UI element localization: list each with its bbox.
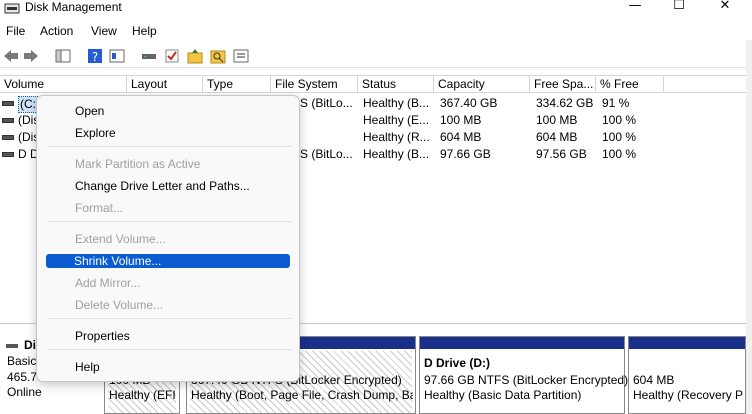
column-header-status[interactable]: Status — [358, 76, 434, 93]
volume-capacity: 367.40 GB — [440, 96, 498, 110]
window-title: Disk Management — [25, 0, 122, 14]
properties-icon[interactable] — [108, 47, 126, 65]
close-button[interactable]: ✕ — [702, 0, 748, 14]
column-header-free-space[interactable]: Free Spa... — [530, 76, 596, 93]
disk-state: Online — [7, 385, 42, 399]
volume-file-system: S (BitLo... — [300, 147, 353, 161]
volume-percent-free: 100 % — [602, 147, 637, 161]
partition-status: Healthy (EFI — [109, 388, 176, 402]
menu-action[interactable]: Action — [40, 24, 73, 38]
menu-separator — [47, 349, 291, 350]
menu-view[interactable]: View — [91, 24, 117, 38]
minimize-button[interactable]: — — [612, 0, 658, 14]
menu-file[interactable]: File — [6, 24, 25, 38]
back-arrow-icon[interactable] — [2, 47, 20, 65]
list-icon[interactable] — [232, 47, 250, 65]
disk-management-app-icon — [4, 3, 20, 14]
partition-status: Healthy (Recovery P — [633, 388, 743, 402]
menu-item-change-drive-letter[interactable]: Change Drive Letter and Paths... — [75, 179, 250, 194]
maximize-button[interactable]: ☐ — [656, 0, 702, 14]
folder-up-icon[interactable] — [186, 47, 204, 65]
menu-item-shrink-label: Shrink Volume... — [74, 254, 162, 268]
menu-item-mark-active[interactable]: Mark Partition as Active — [75, 157, 200, 172]
volume-free-space: 100 MB — [536, 113, 578, 127]
disk-size: 465.7 — [7, 370, 38, 384]
title-bar: Disk Management — ☐ ✕ — [0, 0, 752, 20]
volume-percent-free: 100 % — [602, 130, 637, 144]
menu-bar: File Action View Help — [0, 22, 752, 42]
volume-free-space: 97.56 GB — [536, 147, 587, 161]
forward-arrow-icon[interactable] — [22, 47, 40, 65]
toolbar: ? — [0, 44, 752, 68]
svg-text:?: ? — [92, 50, 98, 64]
menu-item-format[interactable]: Format... — [75, 201, 123, 216]
menu-help[interactable]: Help — [132, 24, 157, 38]
menu-item-add-mirror[interactable]: Add Mirror... — [75, 276, 140, 291]
volume-icon — [2, 152, 14, 157]
column-header-file-system[interactable]: File System — [271, 76, 358, 93]
partition-size: 604 MB — [633, 373, 675, 387]
volume-name: (C: — [18, 96, 38, 113]
volume-list-header: Volume Layout Type File System Status Ca… — [0, 75, 746, 93]
check-icon[interactable] — [163, 47, 181, 65]
volume-icon — [2, 101, 14, 106]
volume-status: Healthy (R... — [363, 130, 430, 144]
partition-status: Healthy (Basic Data Partition) — [424, 388, 582, 402]
volume-icon — [2, 135, 14, 140]
disk-name: Di — [24, 338, 36, 352]
partition-bar — [629, 337, 745, 349]
column-header-layout[interactable]: Layout — [127, 76, 203, 93]
menu-separator — [47, 146, 291, 147]
menu-item-explore[interactable]: Explore — [75, 126, 116, 141]
disk-icon[interactable] — [140, 47, 158, 65]
volume-file-system: S (BitLo... — [300, 96, 353, 110]
volume-status: Healthy (E... — [363, 113, 430, 127]
menu-item-shrink-volume[interactable]: Shrink Volume... — [46, 254, 290, 268]
partition-label: D Drive (D:) — [424, 356, 491, 370]
volume-percent-free: 91 % — [602, 96, 630, 110]
volume-free-space: 604 MB — [536, 130, 578, 144]
volume-free-space: 334.62 GB — [536, 96, 594, 110]
partition-bar — [420, 337, 624, 349]
menu-separator — [47, 318, 291, 319]
volume-capacity: 100 MB — [440, 113, 482, 127]
partition-d[interactable]: D Drive (D:) 97.66 GB NTFS (BitLocker En… — [419, 336, 629, 414]
volume-capacity: 97.66 GB — [440, 147, 491, 161]
volume-status: Healthy (B... — [363, 147, 430, 161]
menu-item-help[interactable]: Help — [75, 360, 100, 375]
column-header-volume[interactable]: Volume — [0, 76, 127, 93]
column-header-percent-free[interactable]: % Free — [596, 76, 664, 93]
menu-item-properties[interactable]: Properties — [75, 329, 130, 344]
menu-item-open[interactable]: Open — [75, 104, 104, 119]
disk-type: Basic — [7, 354, 37, 368]
menu-item-extend-volume[interactable]: Extend Volume... — [75, 232, 166, 247]
volume-capacity: 604 MB — [440, 130, 482, 144]
partition-recovery[interactable]: 604 MB Healthy (Recovery P — [628, 336, 746, 414]
help-icon[interactable]: ? — [86, 47, 104, 65]
column-header-capacity[interactable]: Capacity — [434, 76, 530, 93]
console-tree-icon[interactable] — [54, 47, 72, 65]
menu-separator — [47, 221, 291, 222]
menu-item-delete-volume[interactable]: Delete Volume... — [75, 298, 163, 313]
partition-size: 97.66 GB NTFS (BitLocker Encrypted) — [424, 373, 629, 387]
column-header-type[interactable]: Type — [203, 76, 271, 93]
context-menu: Open Explore Mark Partition as Active Ch… — [36, 95, 300, 382]
volume-percent-free: 100 % — [602, 113, 637, 127]
disk-icon — [5, 339, 19, 354]
vertical-scrollbar[interactable] — [746, 40, 752, 414]
search-icon[interactable] — [209, 47, 227, 65]
volume-status: Healthy (B... — [363, 96, 430, 110]
partition-status: Healthy (Boot, Page File, Crash Dump, Ba — [191, 388, 413, 402]
volume-icon — [2, 118, 14, 123]
